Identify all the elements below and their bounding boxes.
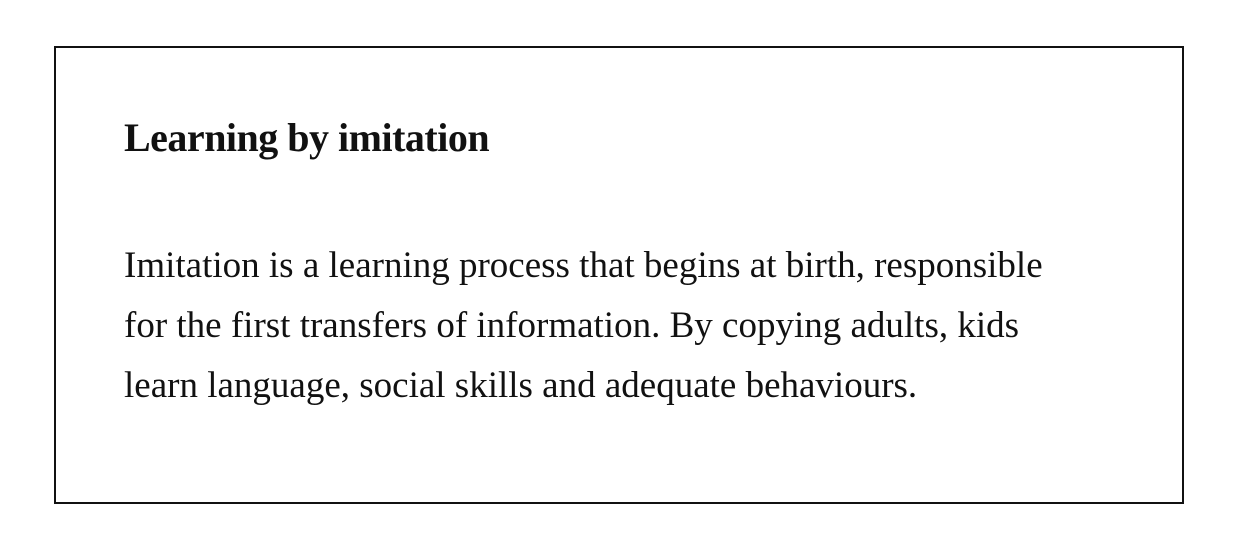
body-line: for the first transfers of information. … [124, 305, 1020, 346]
card-title: Learning by imitation [124, 115, 490, 160]
body-line: Imitation is a learning process that beg… [124, 245, 1043, 286]
info-card: Learning by imitation Imitation is a lea… [54, 46, 1184, 504]
card-body-text: Imitation is a learning process that beg… [124, 236, 1124, 416]
body-line: learn language, social skills and adequa… [124, 365, 918, 406]
